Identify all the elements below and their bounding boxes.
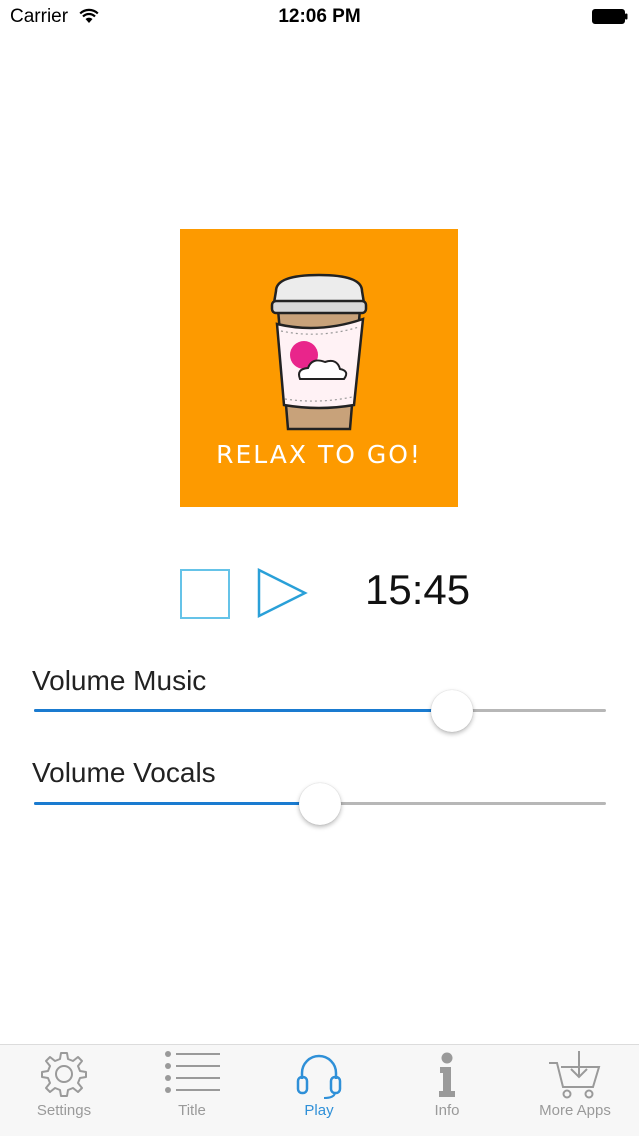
tab-bar: Settings Title Play Info More Apps: [0, 1044, 639, 1136]
timer-display: 15:45: [365, 566, 471, 613]
artwork-caption: RELAX TO GO!: [216, 440, 422, 469]
slider-thumb[interactable]: [430, 690, 473, 732]
tab-play[interactable]: Play: [255, 1045, 383, 1137]
tab-label: Info: [434, 1102, 460, 1119]
status-clock: 12:06 PM: [278, 6, 361, 27]
tab-label: Settings: [36, 1102, 92, 1119]
album-artwork: RELAX TO GO!: [180, 229, 458, 507]
gear-icon: [41, 1052, 87, 1097]
volume-music-slider[interactable]: [34, 690, 606, 732]
slider-fill: [34, 709, 452, 712]
slider-fill: [34, 802, 320, 805]
tab-settings[interactable]: Settings: [0, 1045, 128, 1137]
volume-vocals-slider[interactable]: [34, 783, 606, 825]
headphones-icon: [296, 1054, 342, 1099]
cart-icon: [549, 1051, 601, 1099]
tab-more-apps[interactable]: More Apps: [511, 1045, 639, 1137]
status-bar: Carrier 12:06 PM: [0, 0, 639, 36]
stop-button[interactable]: [180, 569, 230, 619]
slider-thumb[interactable]: [299, 783, 341, 825]
battery-icon: [592, 9, 628, 24]
tab-label: Title: [178, 1102, 206, 1119]
list-icon: [165, 1051, 220, 1093]
tab-info[interactable]: Info: [383, 1045, 511, 1137]
info-icon: [439, 1052, 455, 1097]
tab-label: More Apps: [539, 1102, 611, 1119]
play-button[interactable]: [255, 566, 309, 620]
tab-title[interactable]: Title: [128, 1045, 256, 1137]
tab-label: Play: [304, 1102, 334, 1119]
